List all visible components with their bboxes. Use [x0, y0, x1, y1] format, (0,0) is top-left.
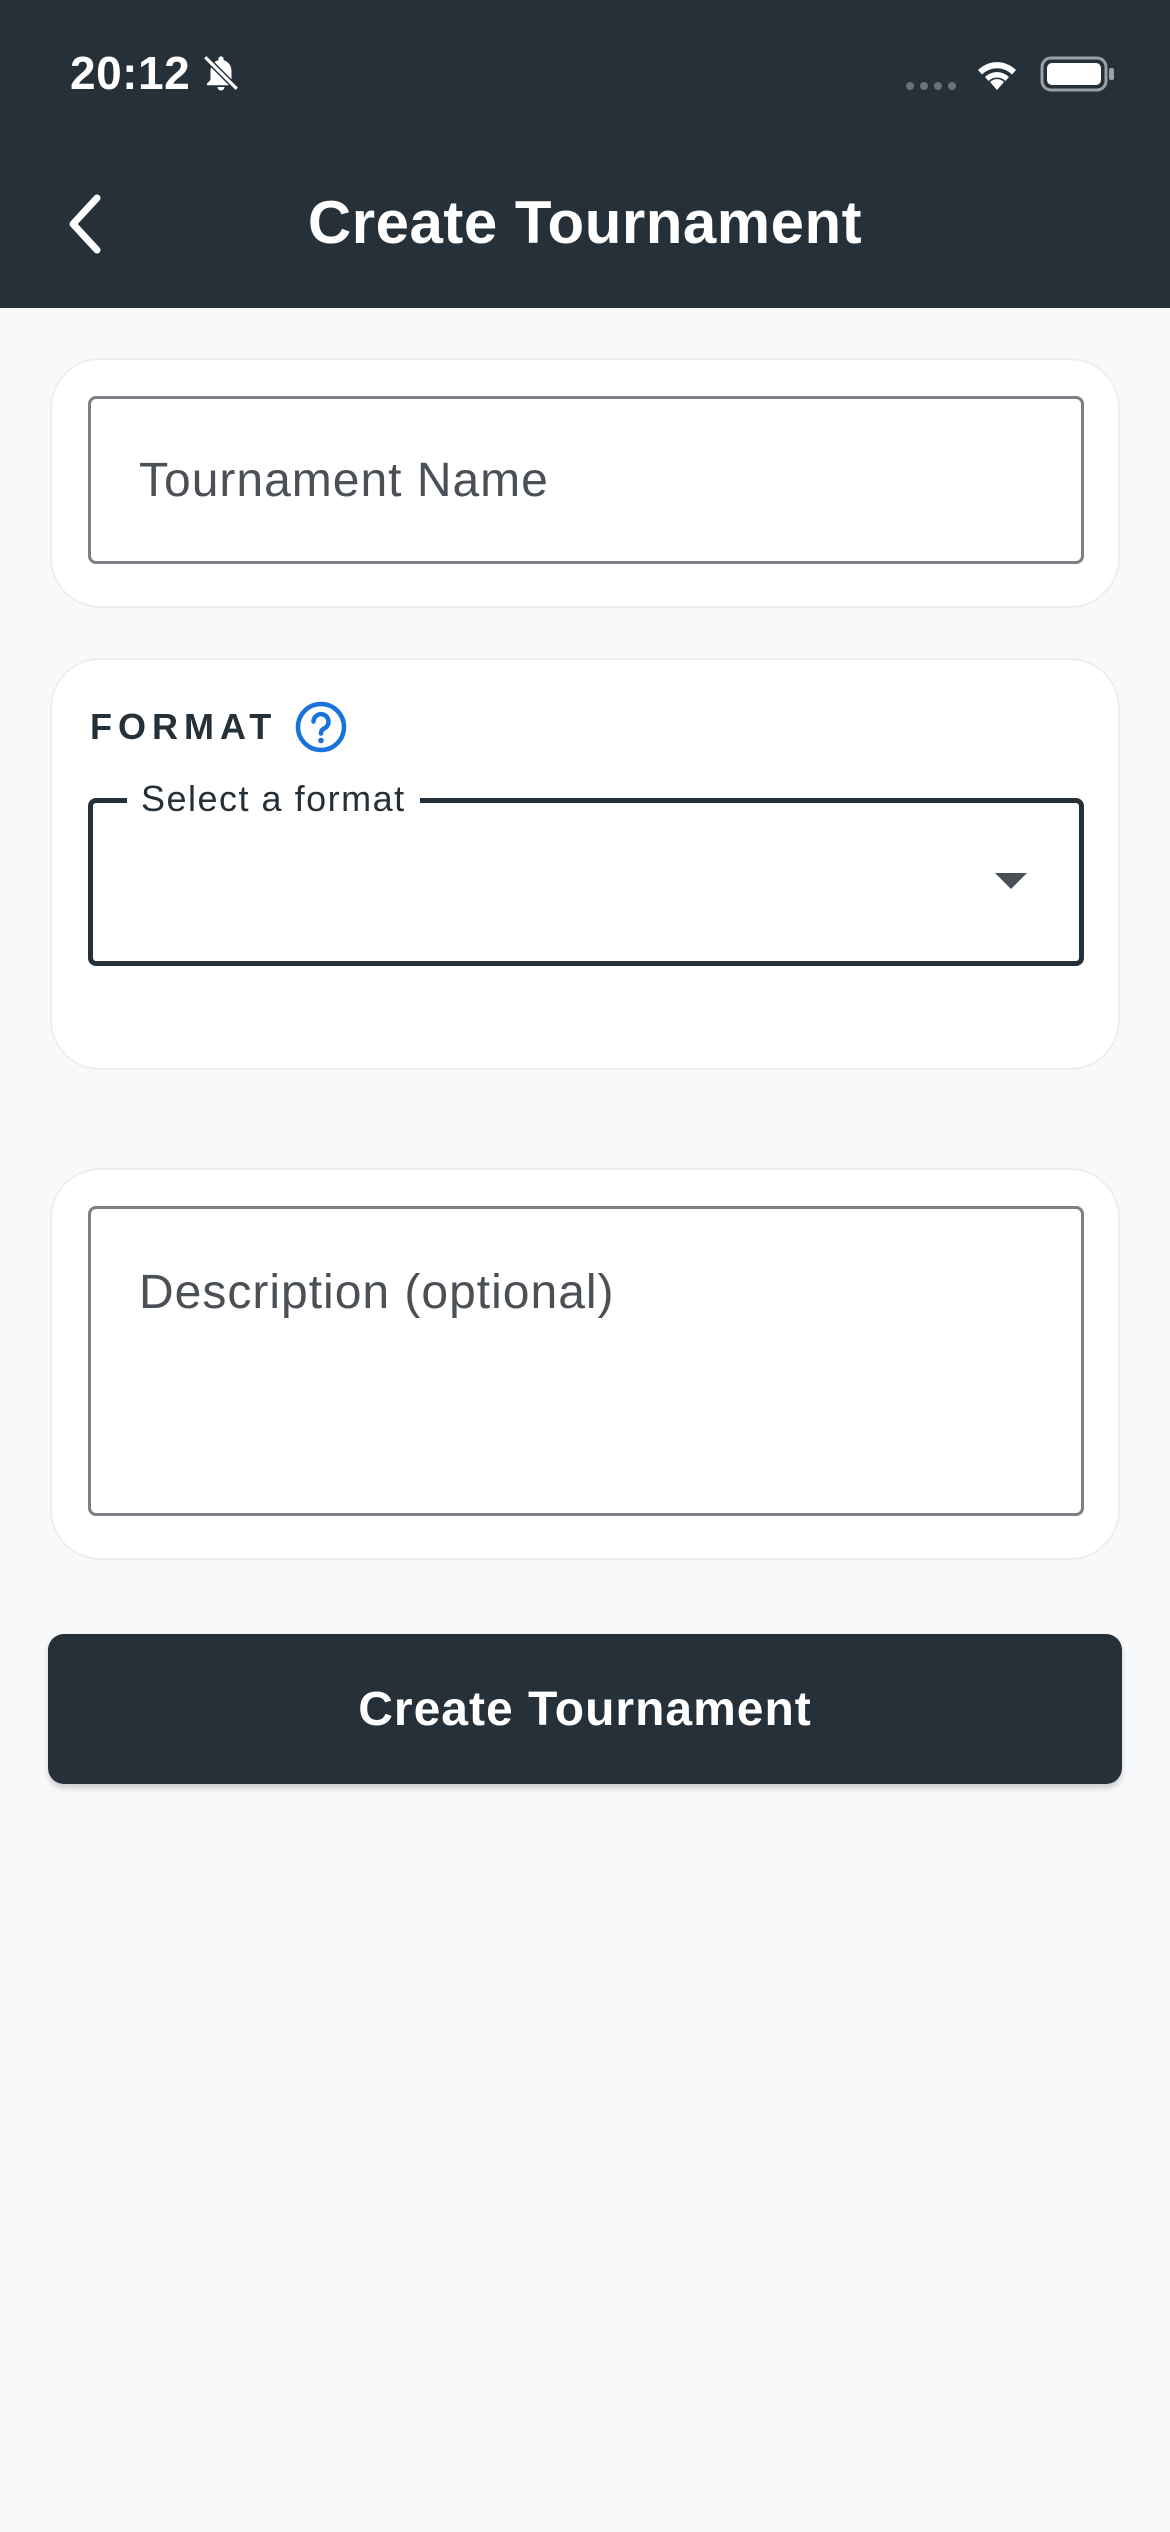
- tournament-name-input[interactable]: Tournament Name: [88, 396, 1084, 564]
- bell-off-icon: [203, 55, 239, 91]
- format-select[interactable]: Select a format: [88, 777, 1084, 966]
- description-placeholder: Description (optional): [139, 1266, 615, 1319]
- status-time: 20:12: [70, 47, 191, 99]
- battery-icon: [1040, 56, 1114, 92]
- app-header: 20:12 Create Tournament: [0, 0, 1170, 308]
- format-card: FORMAT Select a format: [50, 658, 1120, 1070]
- description-textarea[interactable]: Description (optional): [88, 1206, 1084, 1516]
- tournament-name-card: Tournament Name: [50, 358, 1120, 608]
- page-title: Create Tournament: [307, 189, 863, 256]
- format-section-label: FORMAT: [90, 706, 278, 747]
- create-tournament-button[interactable]: Create Tournament: [48, 1634, 1122, 1784]
- signal-icon: [906, 82, 956, 90]
- format-select-label: Select a format: [127, 777, 420, 821]
- wifi-icon: [978, 62, 1016, 90]
- help-icon[interactable]: [294, 700, 348, 754]
- tournament-name-placeholder: Tournament Name: [139, 454, 549, 507]
- dropdown-arrow-icon: [995, 873, 1027, 889]
- description-card: Description (optional): [50, 1168, 1120, 1560]
